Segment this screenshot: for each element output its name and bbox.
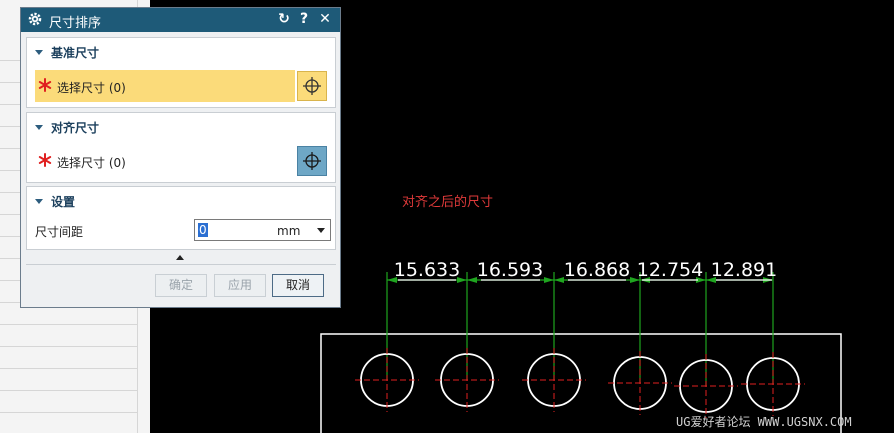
unit-select[interactable]: mm <box>277 224 300 238</box>
spacing-input[interactable]: 0 mm <box>194 219 331 241</box>
hole[interactable] <box>355 348 419 412</box>
spacing-label: 尺寸间距 <box>35 225 84 239</box>
group-header[interactable]: 基准尺寸 <box>35 44 99 61</box>
divider <box>26 264 336 265</box>
dimension-text[interactable]: 12.754 <box>637 259 703 281</box>
grid-line <box>0 412 138 413</box>
dimension-text[interactable]: 15.633 <box>394 259 460 281</box>
hole[interactable] <box>522 348 586 412</box>
cancel-button[interactable]: 取消 <box>272 274 324 297</box>
group-header[interactable]: 对齐尺寸 <box>35 119 99 136</box>
holes <box>355 348 805 418</box>
apply-button[interactable]: 应用 <box>214 274 266 297</box>
group-baseline-dimension: 基准尺寸 选择尺寸 (0) <box>26 37 336 108</box>
dimension-text[interactable]: 16.593 <box>477 259 543 281</box>
crosshair-icon <box>303 152 321 170</box>
gear-icon <box>27 11 43 27</box>
grid-line <box>0 324 138 325</box>
required-star-icon <box>38 152 52 167</box>
hole[interactable] <box>741 352 805 416</box>
crosshair-icon <box>303 77 321 95</box>
group-title: 对齐尺寸 <box>51 121 100 135</box>
dialog-titlebar[interactable]: 尺寸排序 ↻ ? ✕ <box>21 8 340 32</box>
annotation-text: 对齐之后的尺寸 <box>402 194 493 210</box>
group-title: 设置 <box>51 195 76 209</box>
grid-line <box>0 368 138 369</box>
extension-lines <box>386 272 774 386</box>
select-dimension-row[interactable]: 选择尺寸 (0) <box>35 145 295 177</box>
select-dimension-button[interactable] <box>297 146 327 176</box>
select-dimension-button[interactable] <box>297 71 327 101</box>
help-icon[interactable]: ? <box>295 10 313 28</box>
group-settings: 设置 尺寸间距 0 mm <box>26 186 336 250</box>
ok-button[interactable]: 确定 <box>155 274 207 297</box>
select-dimension-row[interactable]: 选择尺寸 (0) <box>35 70 295 102</box>
required-star-icon <box>38 77 52 92</box>
collapse-triangle-icon <box>35 50 43 55</box>
close-icon[interactable]: ✕ <box>316 10 334 28</box>
chevron-down-icon[interactable] <box>317 228 325 233</box>
grid-line <box>0 346 138 347</box>
collapse-triangle-icon <box>35 125 43 130</box>
grid-line <box>0 390 138 391</box>
watermark-text: UG爱好者论坛 WWW.UGSNX.COM <box>676 415 852 429</box>
dialog-title: 尺寸排序 <box>49 16 102 31</box>
reset-icon[interactable]: ↻ <box>275 10 293 28</box>
dimension-text[interactable]: 16.868 <box>564 259 630 281</box>
dimension-sort-dialog: 尺寸排序 ↻ ? ✕ 基准尺寸 选择尺寸 (0) 对齐尺寸 选择尺寸 (0) 设… <box>20 7 341 308</box>
hole[interactable] <box>435 348 499 412</box>
dimension-arrow <box>554 277 564 283</box>
dimension-text[interactable]: 12.891 <box>711 259 777 281</box>
select-dimension-label: 选择尺寸 (0) <box>57 81 126 95</box>
collapse-up-icon[interactable] <box>176 255 184 260</box>
group-header[interactable]: 设置 <box>35 193 75 210</box>
hole[interactable] <box>674 354 738 418</box>
dimension-arrow <box>467 277 477 283</box>
collapse-triangle-icon <box>35 199 43 204</box>
select-dimension-label: 选择尺寸 (0) <box>57 156 126 170</box>
hole[interactable] <box>608 351 672 415</box>
dimension-arrow <box>544 277 554 283</box>
group-align-dimension: 对齐尺寸 选择尺寸 (0) <box>26 112 336 183</box>
spacing-value[interactable]: 0 <box>198 223 208 237</box>
group-title: 基准尺寸 <box>51 46 100 60</box>
